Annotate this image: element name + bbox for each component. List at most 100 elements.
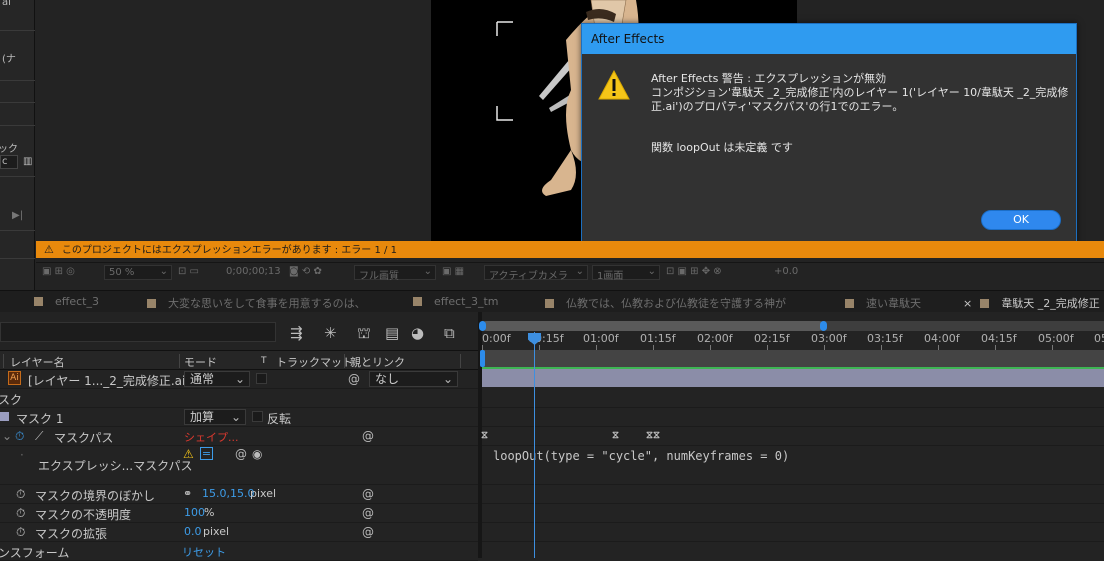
column-mode[interactable]: モード — [184, 354, 217, 370]
ruler-label: 04:00f — [924, 332, 960, 345]
column-layer-name[interactable]: レイヤー名 — [10, 354, 65, 370]
mask-feather-row[interactable]: ⏱ マスクの境界のぼかし ⚭ 15.0,15.0 pixel @ — [0, 485, 478, 504]
current-time-indicator-line[interactable] — [534, 332, 535, 558]
camera-dropdown[interactable]: アクティブカメラ ⌄ — [484, 265, 588, 282]
layer-column-headers: レイヤー名 モード T トラックマット 親とリンク — [0, 350, 478, 370]
bullet: · — [20, 448, 24, 462]
mask-row[interactable]: マスク 1 加算 ⌄ 反転 — [0, 408, 478, 427]
expression-warning-icon[interactable]: ⚠ — [183, 447, 194, 461]
mask-opacity-row[interactable]: ⏱ マスクの不透明度 100 % @ — [0, 504, 478, 523]
layer-search-input[interactable] — [0, 322, 276, 342]
transform-row[interactable]: ンスフォーム リセット — [0, 542, 478, 561]
frame-blend-icon[interactable]: ✳ — [324, 324, 337, 342]
expression-row[interactable]: · エクスプレッシ...マスクパス ⚠ = @ ◉ — [0, 446, 478, 485]
timeline-row — [482, 408, 1104, 427]
camera-snapshot-icon[interactable]: ◙ ⟲ ✿ — [289, 266, 322, 277]
mask-color-swatch[interactable] — [0, 412, 9, 421]
mask-feather-value[interactable]: 15.0,15.0 — [202, 487, 254, 500]
ok-button[interactable]: OK — [981, 210, 1061, 230]
expression-language-menu-icon[interactable]: ◉ — [252, 447, 262, 461]
stopwatch-icon[interactable]: ⏱ — [16, 506, 25, 521]
layer-duration-bar[interactable] — [482, 369, 1104, 387]
expression-error-text: このプロジェクトにはエクスプレッションエラーがあります : エラー 1 / 1 — [61, 245, 397, 256]
draft-3d-icon[interactable]: ◕ — [411, 324, 424, 342]
time-ruler[interactable]: 0:00f 00:15f 01:00f 01:15f 02:00f 02:15f… — [482, 332, 1104, 350]
shy-layers-icon[interactable]: ⇶ — [290, 324, 303, 342]
chevron-down-icon[interactable]: ⌄ — [2, 429, 12, 443]
mask-name[interactable]: マスク 1 — [16, 410, 63, 427]
keyframe-icon[interactable]: ⧖⧖ — [646, 430, 660, 441]
motion-blur-icon[interactable]: ⛫ — [357, 324, 371, 344]
expression-graph-icon[interactable]: @ — [235, 447, 247, 461]
dialog-message-line: 関数 loopOut は未定義 です — [651, 141, 793, 154]
exposure-value[interactable]: +0.0 — [774, 266, 798, 277]
mask-group-row[interactable]: スク — [0, 389, 478, 408]
ai-layer-icon: Ai — [8, 371, 21, 385]
work-area-start-handle[interactable] — [480, 350, 485, 367]
tab-effect-3[interactable]: effect_3 — [34, 295, 99, 308]
trash-icon[interactable]: ▥ — [23, 156, 32, 167]
timecode-display[interactable]: 0;00;00;13 — [226, 266, 281, 277]
warning-icon: ⚠ — [44, 243, 54, 256]
mask-feather-label: マスクの境界のぼかし — [35, 489, 156, 503]
timeline-row — [482, 389, 1104, 408]
graph-icon[interactable]: ⟋ — [35, 429, 43, 444]
tab-buddhism[interactable]: 仏教では、仏教および仏教徒を守護する神が — [545, 295, 786, 311]
keyframe-icon[interactable]: ⧖ — [612, 430, 619, 441]
mask-icon[interactable]: ▣ ⊞ ◎ — [42, 266, 75, 277]
mask-opacity-unit: % — [204, 506, 215, 519]
layer-row[interactable]: Ai [レイヤー 1..._2_完成修正.ai] 通常 ⌄ @ なし ⌄ — [0, 370, 478, 389]
invert-label: 反転 — [267, 412, 292, 426]
pickwhip-icon[interactable]: @ — [362, 506, 374, 520]
view-options-icon[interactable]: ⊡ ▣ ⊞ ✥ ⊗ — [666, 266, 722, 277]
mask-expansion-row[interactable]: ⏱ マスクの拡張 0.0 pixel @ — [0, 523, 478, 542]
navigator-end-handle[interactable] — [820, 321, 827, 331]
time-navigator-range[interactable] — [482, 321, 824, 331]
column-t[interactable]: T — [261, 356, 267, 366]
keyframe-icon[interactable]: ⧖ — [481, 430, 488, 441]
pickwhip-icon[interactable]: @ — [362, 429, 374, 443]
mask-opacity-value[interactable]: 100 — [184, 506, 205, 519]
link-icon[interactable]: ⚭ — [183, 487, 192, 500]
pickwhip-icon[interactable]: @ — [362, 525, 374, 539]
tab-effect-3-tm[interactable]: effect_3_tm — [413, 295, 499, 308]
expression-label: エクスプレッシ...マスクパス — [38, 459, 193, 473]
comp-flowchart-icon[interactable]: ⧉ — [444, 324, 455, 342]
mask-path-row[interactable]: ⌄ ⏱ ⟋ マスクパス シェイプ... @ — [0, 427, 478, 446]
work-area-bar[interactable] — [482, 350, 1104, 367]
expression-enable-icon[interactable]: = — [200, 447, 213, 460]
invert-checkbox[interactable] — [252, 411, 263, 422]
stopwatch-icon[interactable]: ⏱ — [16, 487, 25, 502]
stopwatch-icon[interactable]: ⏱ — [15, 429, 24, 444]
region-icon[interactable]: ▣ ▦ — [442, 266, 464, 277]
expression-field[interactable]: loopOut(type = "cycle", numKeyframes = 0… — [493, 449, 789, 463]
graph-editor-icon[interactable]: ▤ — [385, 324, 399, 342]
tab-meal[interactable]: 大変な思いをして食事を用意するのは、 — [147, 295, 366, 311]
expression-error-bar[interactable]: ⚠ このプロジェクトにはエクスプレッションエラーがあります : エラー 1 / 1 — [36, 241, 1104, 258]
zoom-dropdown[interactable]: 50 % ⌄ — [104, 265, 172, 280]
grid-icon[interactable]: ⊡ ▭ — [178, 266, 199, 277]
mask-mode-dropdown[interactable]: 加算 ⌄ — [184, 409, 246, 425]
pickwhip-icon[interactable]: @ — [348, 372, 360, 386]
mask-path-value[interactable]: シェイプ... — [184, 429, 239, 445]
mask-expansion-value[interactable]: 0.0 — [184, 525, 202, 538]
tab-idaten-final[interactable]: × 韋駄天 _2_完成修正 — [963, 295, 1100, 311]
panel-field[interactable]: c — [0, 155, 18, 169]
layer-name[interactable]: [レイヤー 1..._2_完成修正.ai] — [28, 372, 190, 389]
tab-fast-idaten[interactable]: 速い韋駄天 — [845, 295, 921, 311]
mask-group-label: スク — [0, 393, 23, 407]
column-parent[interactable]: 親とリンク — [350, 354, 405, 370]
stopwatch-icon[interactable]: ⏱ — [16, 525, 25, 540]
layer-list: Ai [レイヤー 1..._2_完成修正.ai] 通常 ⌄ @ なし ⌄ スク マス… — [0, 370, 478, 561]
timeline-row — [482, 427, 1104, 446]
parent-dropdown[interactable]: なし ⌄ — [369, 371, 458, 387]
play-end-icon[interactable]: ▶| — [12, 210, 23, 221]
layer-mode-dropdown[interactable]: 通常 ⌄ — [184, 371, 250, 387]
navigator-start-handle[interactable] — [479, 321, 486, 331]
panel-fragment-text: ai — [2, 0, 11, 8]
view-layout-dropdown[interactable]: 1画面 ⌄ — [592, 265, 660, 282]
pickwhip-icon[interactable]: @ — [362, 487, 374, 501]
track-matte-checkbox[interactable] — [256, 373, 267, 384]
column-track-matte[interactable]: トラックマット — [276, 354, 353, 370]
resolution-dropdown[interactable]: フル画質 ⌄ — [354, 265, 436, 282]
